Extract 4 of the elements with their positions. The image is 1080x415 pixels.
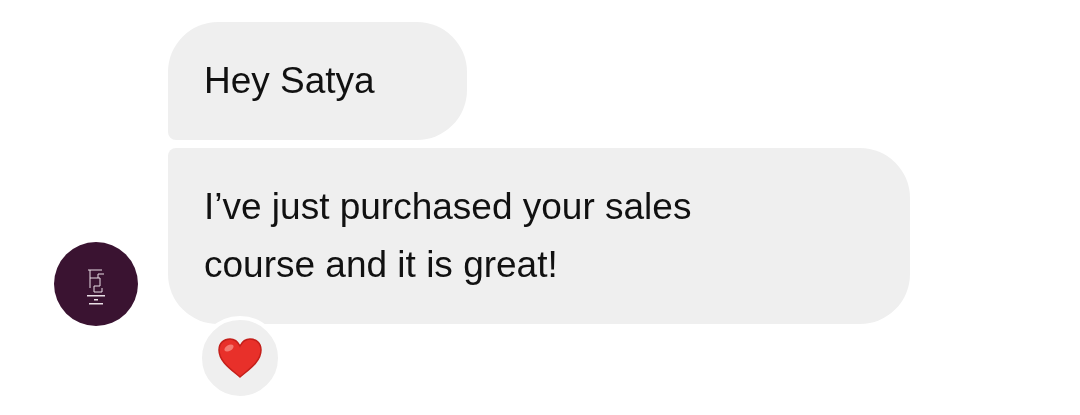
avatar-logo-icon [54, 242, 138, 326]
heart-icon [217, 337, 263, 379]
message-bubble: I’ve just purchased your sales course and it is great! [168, 148, 910, 324]
message-bubble: Hey Satya [168, 22, 467, 140]
